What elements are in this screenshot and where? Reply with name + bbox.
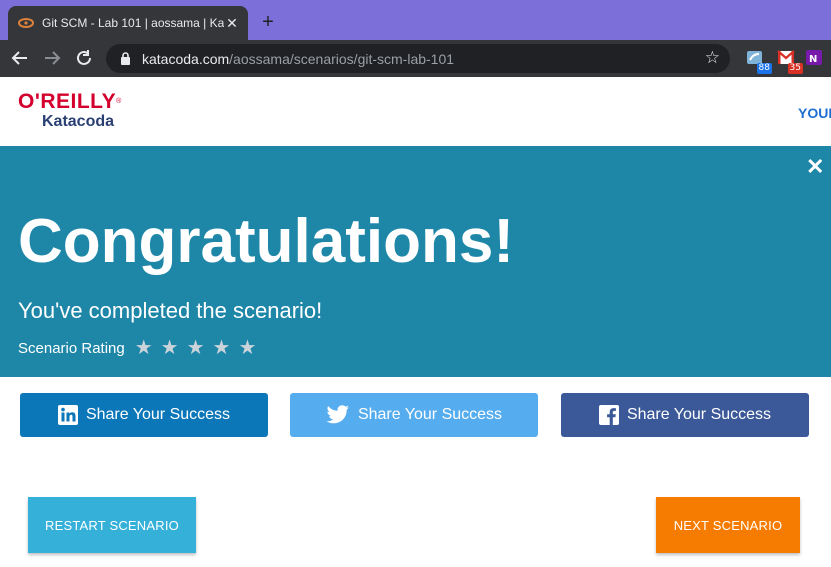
onenote-icon[interactable]: N	[806, 48, 822, 70]
your-profile-link[interactable]: YOUR	[798, 105, 831, 121]
gmail-icon[interactable]: 35	[777, 48, 803, 74]
share-facebook-label: Share Your Success	[626, 406, 772, 423]
restart-scenario-button[interactable]: RESTART SCENARIO	[28, 497, 196, 553]
share-linkedin-label: Share Your Success	[85, 406, 231, 423]
browser-toolbar: katacoda.com/aossama/scenarios/git-scm-l…	[0, 40, 831, 77]
new-tab-button[interactable]: +	[258, 12, 278, 32]
star-icon[interactable]: ★	[135, 338, 153, 358]
url-path: /aossama/scenarios/git-scm-lab-101	[229, 50, 455, 67]
share-twitter-button[interactable]: Share Your Success	[290, 393, 538, 437]
bookmark-star-icon[interactable]: ☆	[705, 49, 720, 67]
browser-tab[interactable]: Git SCM - Lab 101 | aossama | Ka ✕	[8, 6, 248, 40]
rating-stars: ★ ★ ★ ★ ★	[135, 338, 257, 358]
star-icon[interactable]: ★	[238, 338, 256, 358]
back-icon[interactable]	[10, 49, 30, 69]
reload-icon[interactable]	[74, 49, 94, 69]
url-host: katacoda.com	[142, 50, 230, 67]
share-linkedin-button[interactable]: Share Your Success	[20, 393, 268, 437]
facebook-icon	[598, 405, 619, 425]
extension-badge: 88	[756, 63, 772, 74]
rating-label: Scenario Rating	[18, 339, 125, 357]
katacoda-favicon-icon	[18, 15, 34, 31]
logo-katacoda: Katacoda	[42, 113, 115, 130]
extension-icon[interactable]: 88	[746, 48, 772, 74]
address-bar[interactable]: katacoda.com/aossama/scenarios/git-scm-l…	[106, 44, 730, 73]
page-title: Congratulations!	[18, 207, 514, 276]
next-scenario-button[interactable]: NEXT SCENARIO	[656, 497, 800, 553]
twitter-icon	[326, 405, 350, 425]
lock-icon	[118, 52, 132, 66]
star-icon[interactable]: ★	[187, 338, 205, 358]
tab-close-icon[interactable]: ✕	[224, 15, 240, 32]
svg-text:N: N	[809, 54, 817, 65]
congratulations-banner: ✕ Congratulations! You've completed the …	[0, 146, 831, 377]
star-icon[interactable]: ★	[213, 338, 231, 358]
star-icon[interactable]: ★	[161, 338, 179, 358]
forward-icon[interactable]	[42, 49, 62, 69]
close-icon[interactable]: ✕	[806, 156, 824, 178]
share-facebook-button[interactable]: Share Your Success	[561, 393, 809, 437]
share-twitter-label: Share Your Success	[357, 406, 503, 423]
linkedin-icon	[57, 405, 78, 425]
oreilly-katacoda-logo[interactable]: O'REILLY® Katacoda	[18, 91, 122, 131]
tab-title: Git SCM - Lab 101 | aossama | Ka	[42, 16, 224, 30]
browser-tab-bar: Git SCM - Lab 101 | aossama | Ka ✕ +	[0, 0, 831, 40]
logo-oreilly: O'REILLY®	[18, 90, 122, 113]
completion-message: You've completed the scenario!	[18, 298, 323, 323]
gmail-badge: 35	[787, 63, 803, 74]
site-header: O'REILLY® Katacoda YOUR	[0, 77, 831, 146]
scenario-rating: Scenario Rating ★ ★ ★ ★ ★	[18, 338, 256, 358]
